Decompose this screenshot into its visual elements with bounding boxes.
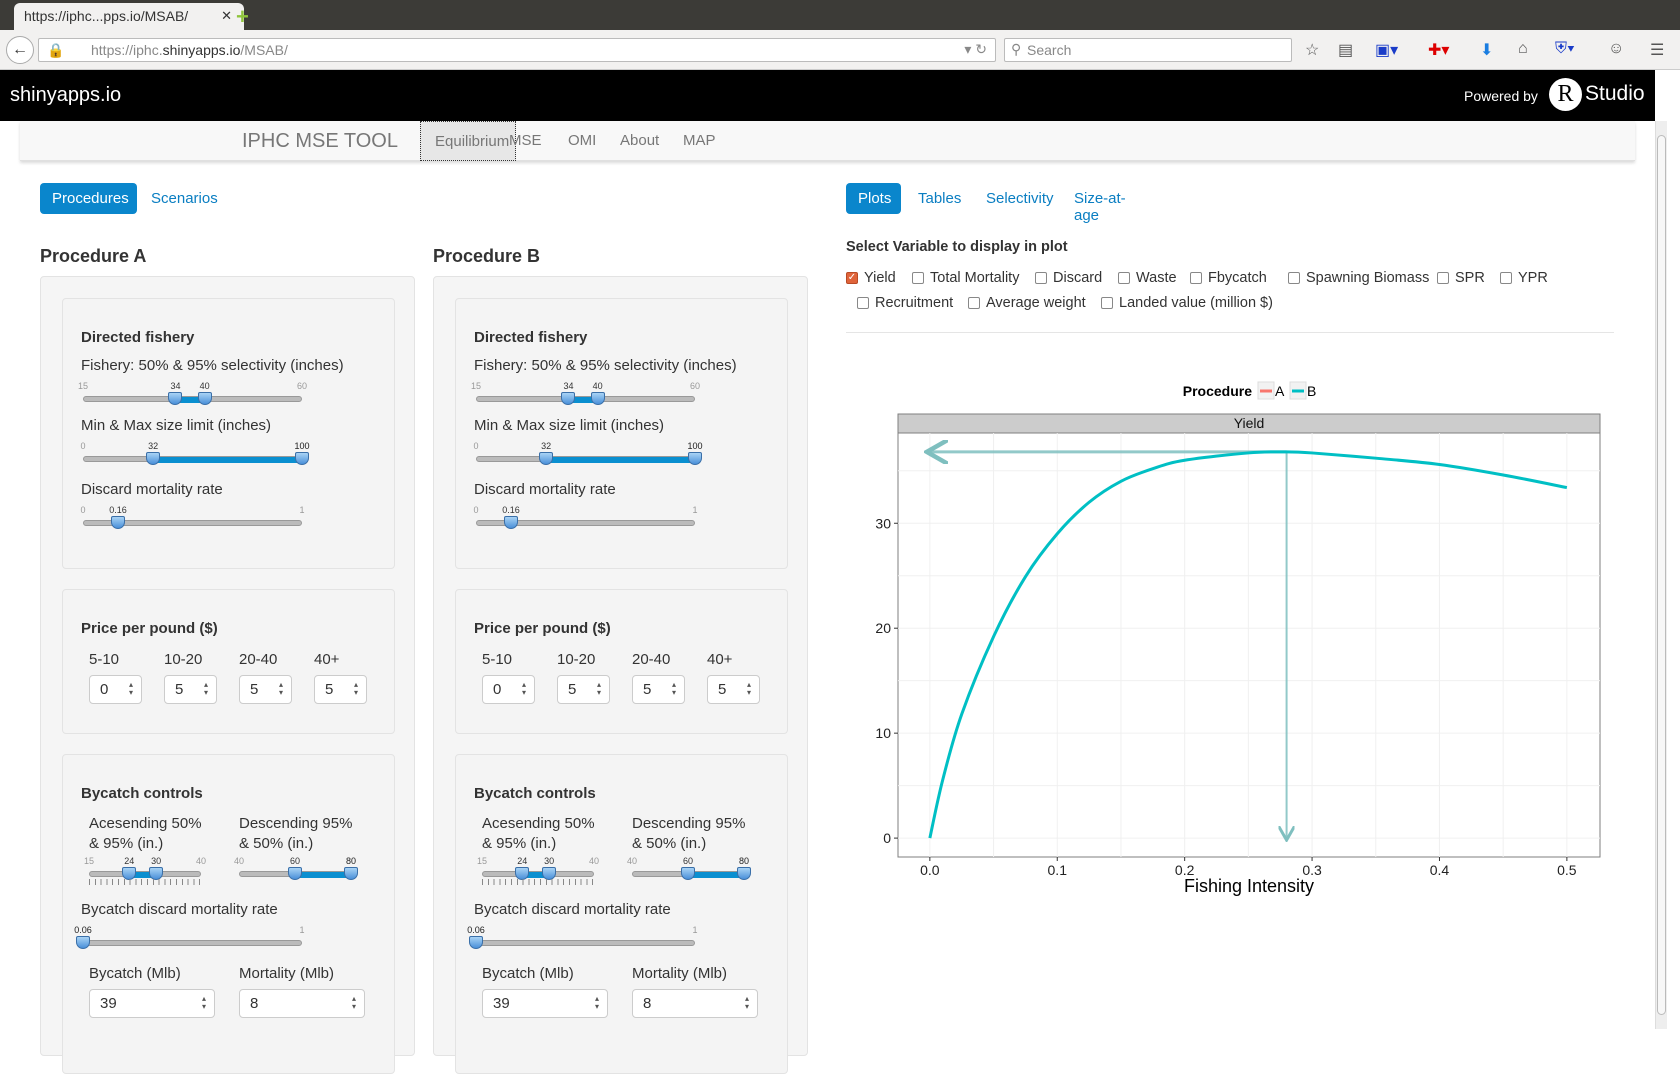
x-tick-label: 0.0 bbox=[920, 862, 940, 878]
legend-title: Procedure bbox=[1183, 383, 1252, 399]
x-tick-label: 0.1 bbox=[1048, 862, 1068, 878]
facet-label: Yield bbox=[1234, 415, 1265, 431]
y-tick-label: 10 bbox=[875, 725, 891, 741]
x-tick-label: 0.4 bbox=[1430, 862, 1450, 878]
y-tick-label: 0 bbox=[883, 830, 891, 846]
legend-label-a: A bbox=[1275, 383, 1285, 399]
legend-label-b: B bbox=[1307, 383, 1316, 399]
x-tick-label: 0.5 bbox=[1557, 862, 1577, 878]
yield-chart: Yield0.0 0.1 0.2 0.3 0.4 0.50102030Fishing In… bbox=[875, 381, 1601, 896]
scrollbar-thumb[interactable] bbox=[1657, 135, 1666, 1015]
y-tick-label: 20 bbox=[875, 620, 891, 636]
plot-panel-bg bbox=[897, 432, 1601, 858]
y-tick-label: 30 bbox=[875, 515, 891, 531]
x-axis-title: Fishing Intensity bbox=[1184, 876, 1314, 896]
